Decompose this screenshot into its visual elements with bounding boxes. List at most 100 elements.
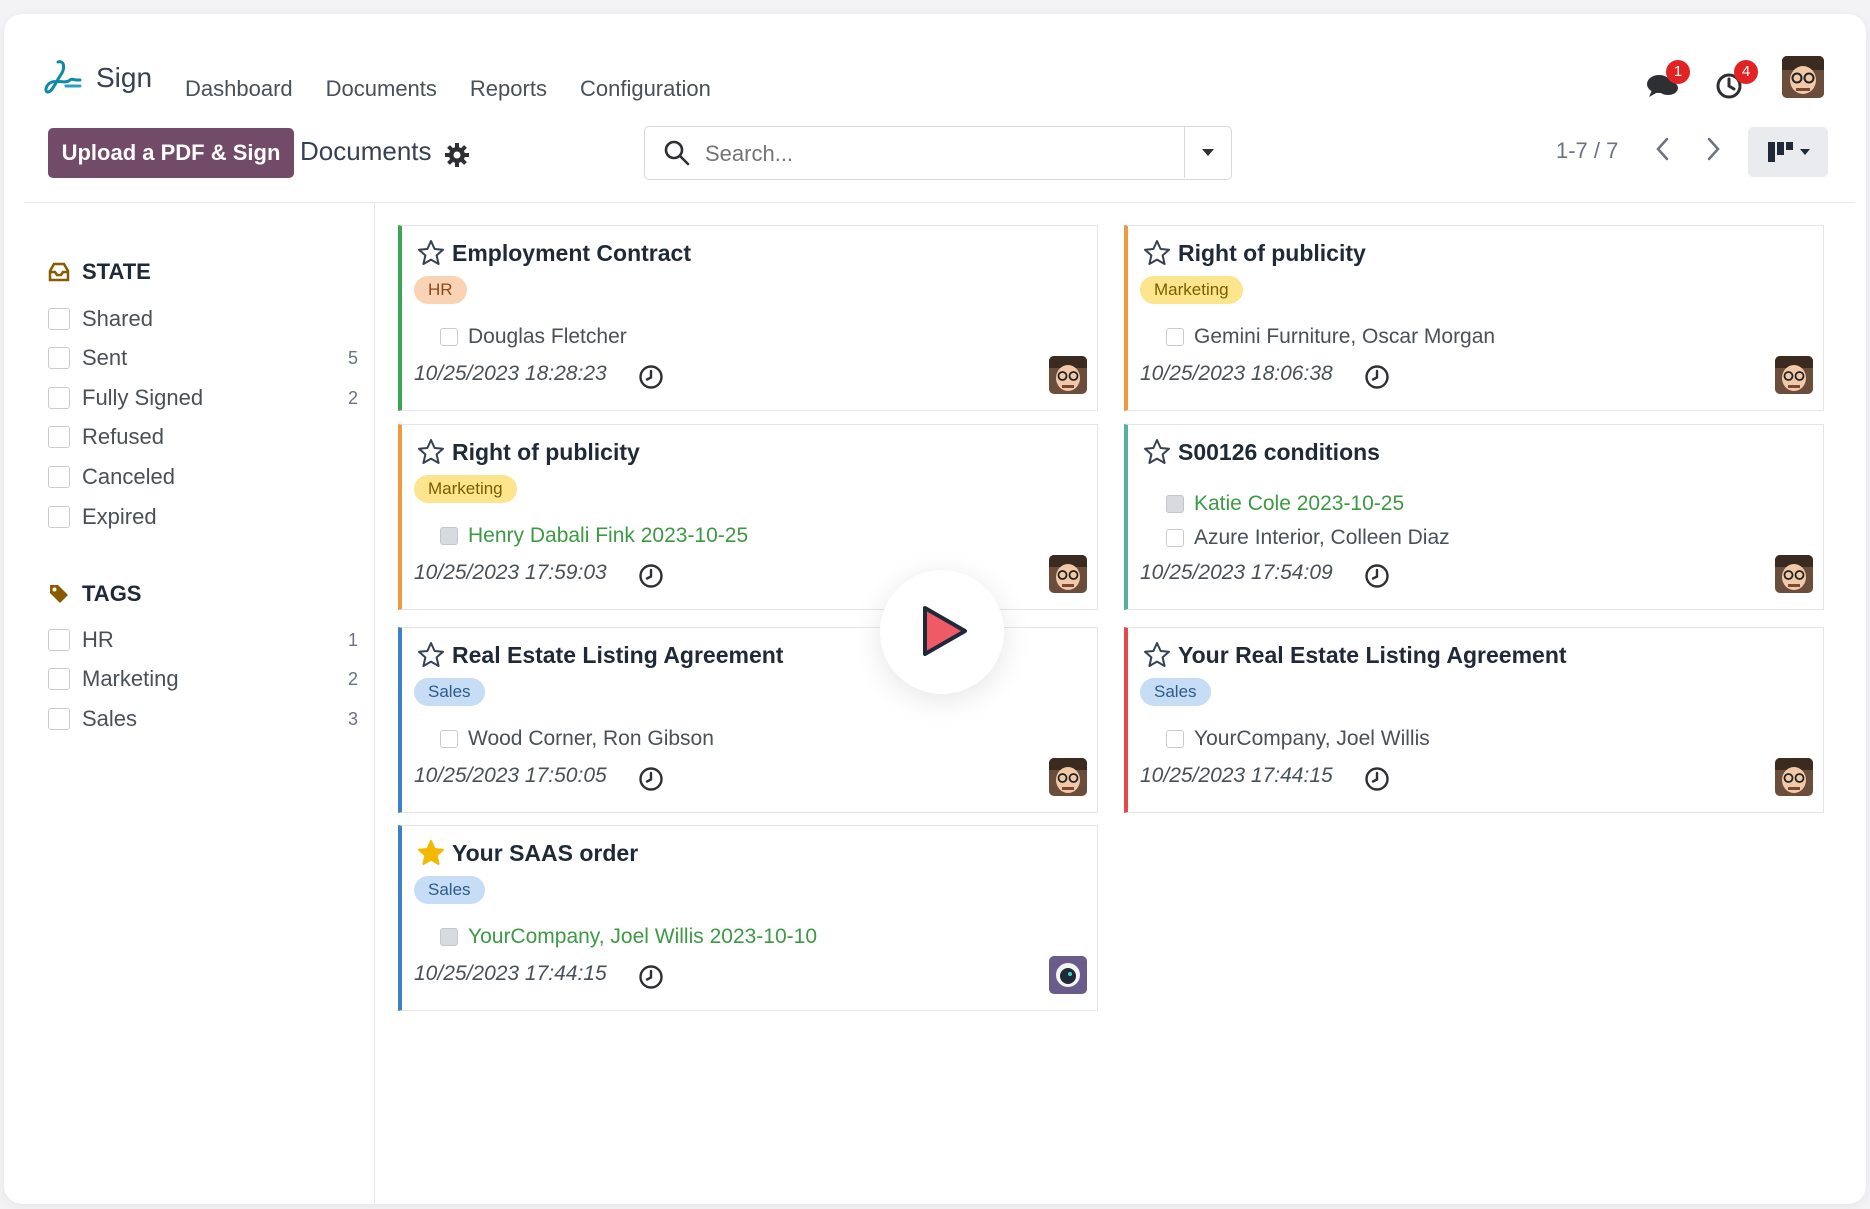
- search-input[interactable]: [703, 135, 1227, 173]
- menu-dashboard[interactable]: Dashboard: [185, 76, 293, 102]
- avatar-image: [1049, 758, 1087, 796]
- signer-row: Gemini Furniture, Oscar Morgan: [1166, 322, 1495, 352]
- card-tag: HR: [414, 276, 467, 304]
- star-icon[interactable]: [416, 838, 446, 868]
- sign-logo-icon: [44, 60, 82, 94]
- menu-reports[interactable]: Reports: [470, 76, 547, 102]
- messages-button[interactable]: 1: [1644, 60, 1690, 104]
- kanban-card[interactable]: Your SAAS order Sales YourCompany, Joel W…: [398, 825, 1098, 1011]
- play-video-button[interactable]: [880, 570, 1004, 694]
- search-bar: [644, 126, 1232, 180]
- avatar-image: [1049, 356, 1087, 394]
- filter-state-sent[interactable]: Sent 5: [48, 342, 358, 374]
- card-date: 10/25/2023 17:50:05: [414, 764, 607, 787]
- signer-name: Henry Dabali Fink 2023-10-25: [468, 524, 749, 547]
- filter-count: 1: [347, 629, 358, 650]
- menu-configuration[interactable]: Configuration: [580, 76, 711, 102]
- checkbox[interactable]: [48, 387, 70, 409]
- app-window: Sign Dashboard Documents Reports Configu…: [4, 14, 1866, 1204]
- card-title: Your Real Estate Listing Agreement: [1178, 642, 1567, 668]
- star-icon[interactable]: [416, 238, 446, 268]
- checkbox[interactable]: [48, 308, 70, 330]
- checkbox[interactable]: [48, 668, 70, 690]
- pager-previous-button[interactable]: [1640, 126, 1686, 172]
- star-icon[interactable]: [1142, 437, 1172, 467]
- card-title: Right of publicity: [452, 439, 640, 465]
- signed-checkbox: [1166, 730, 1184, 748]
- brand[interactable]: Sign: [44, 58, 152, 98]
- filter-label: Canceled: [82, 464, 175, 489]
- clock-icon[interactable]: [638, 964, 664, 990]
- top-navbar: Sign Dashboard Documents Reports Configu…: [4, 14, 1866, 114]
- filter-state-canceled[interactable]: Canceled: [48, 461, 358, 493]
- filter-tag-hr[interactable]: HR 1: [48, 624, 358, 656]
- responsible-avatar: [1049, 555, 1087, 593]
- star-icon[interactable]: [416, 640, 446, 670]
- avatar-image: [1775, 758, 1813, 796]
- star-icon[interactable]: [416, 437, 446, 467]
- star-icon[interactable]: [1142, 238, 1172, 268]
- gear-icon[interactable]: [444, 142, 470, 168]
- responsible-avatar: [1049, 956, 1087, 994]
- state-title: STATE: [82, 259, 151, 284]
- card-date: 10/25/2023 18:28:23: [414, 362, 607, 385]
- signer-row: Azure Interior, Colleen Diaz: [1166, 523, 1450, 553]
- clock-icon[interactable]: [638, 766, 664, 792]
- inbox-icon: [48, 262, 70, 282]
- checkbox[interactable]: [48, 708, 70, 730]
- menu-documents[interactable]: Documents: [326, 76, 437, 102]
- signer-row: Katie Cole 2023-10-25: [1166, 489, 1404, 519]
- kanban-card[interactable]: Your Real Estate Listing Agreement Sales …: [1124, 627, 1824, 813]
- view-switcher-button[interactable]: [1748, 127, 1828, 177]
- search-options-toggle[interactable]: [1184, 126, 1231, 178]
- filter-state-refused[interactable]: Refused: [48, 421, 358, 453]
- card-date: 10/25/2023 17:44:15: [1140, 764, 1333, 787]
- clock-icon[interactable]: [638, 563, 664, 589]
- user-avatar[interactable]: [1782, 56, 1824, 98]
- checkbox[interactable]: [48, 426, 70, 448]
- card-title: Real Estate Listing Agreement: [452, 642, 784, 668]
- filter-tag-marketing[interactable]: Marketing 2: [48, 663, 358, 695]
- user-avatar-image: [1782, 56, 1824, 98]
- responsible-avatar: [1049, 758, 1087, 796]
- avatar-image: [1049, 555, 1087, 593]
- clock-icon[interactable]: [1364, 364, 1390, 390]
- card-title: Employment Contract: [452, 240, 691, 266]
- play-icon: [923, 606, 967, 656]
- card-date: 10/25/2023 17:54:09: [1140, 561, 1333, 584]
- signed-checkbox: [440, 730, 458, 748]
- search-icon: [664, 140, 690, 166]
- clock-icon[interactable]: [1364, 766, 1390, 792]
- upload-pdf-sign-button[interactable]: Upload a PDF & Sign: [48, 128, 294, 178]
- signer-row: Wood Corner, Ron Gibson: [440, 724, 714, 754]
- pager-value[interactable]: 1-7 / 7: [1556, 138, 1618, 164]
- responsible-avatar: [1775, 356, 1813, 394]
- checkbox[interactable]: [48, 506, 70, 528]
- filter-state-expired[interactable]: Expired: [48, 501, 358, 533]
- clock-icon[interactable]: [638, 364, 664, 390]
- checkbox[interactable]: [48, 629, 70, 651]
- filter-label: Expired: [82, 504, 157, 529]
- star-icon[interactable]: [1142, 640, 1172, 670]
- card-tag: Marketing: [414, 475, 517, 503]
- kanban-card[interactable]: S00126 conditions Katie Cole 2023-10-25 …: [1124, 424, 1824, 610]
- filter-count: 3: [347, 708, 358, 729]
- kanban-card[interactable]: Employment Contract HR Douglas Fletcher 1…: [398, 225, 1098, 411]
- filter-state-fully-signed[interactable]: Fully Signed 2: [48, 382, 358, 414]
- card-tag: Sales: [1140, 678, 1211, 706]
- pager-next-button[interactable]: [1690, 126, 1736, 172]
- clock-icon[interactable]: [1364, 563, 1390, 589]
- kanban-card[interactable]: Right of publicity Marketing Gemini Furni…: [1124, 225, 1824, 411]
- filter-label: Sales: [82, 706, 138, 731]
- filter-state-shared[interactable]: Shared: [48, 303, 358, 335]
- signer-name: YourCompany, Joel Willis 2023-10-10: [468, 925, 818, 948]
- checkbox[interactable]: [48, 466, 70, 488]
- signer-row: Douglas Fletcher: [440, 322, 627, 352]
- filter-count: 2: [347, 668, 358, 689]
- card-date: 10/25/2023 18:06:38: [1140, 362, 1333, 385]
- filter-tag-sales[interactable]: Sales 3: [48, 703, 358, 735]
- checkbox[interactable]: [48, 347, 70, 369]
- activities-button[interactable]: 4: [1712, 60, 1758, 104]
- signer-row: YourCompany, Joel Willis: [1166, 724, 1430, 754]
- signer-name: YourCompany, Joel Willis: [1194, 727, 1430, 750]
